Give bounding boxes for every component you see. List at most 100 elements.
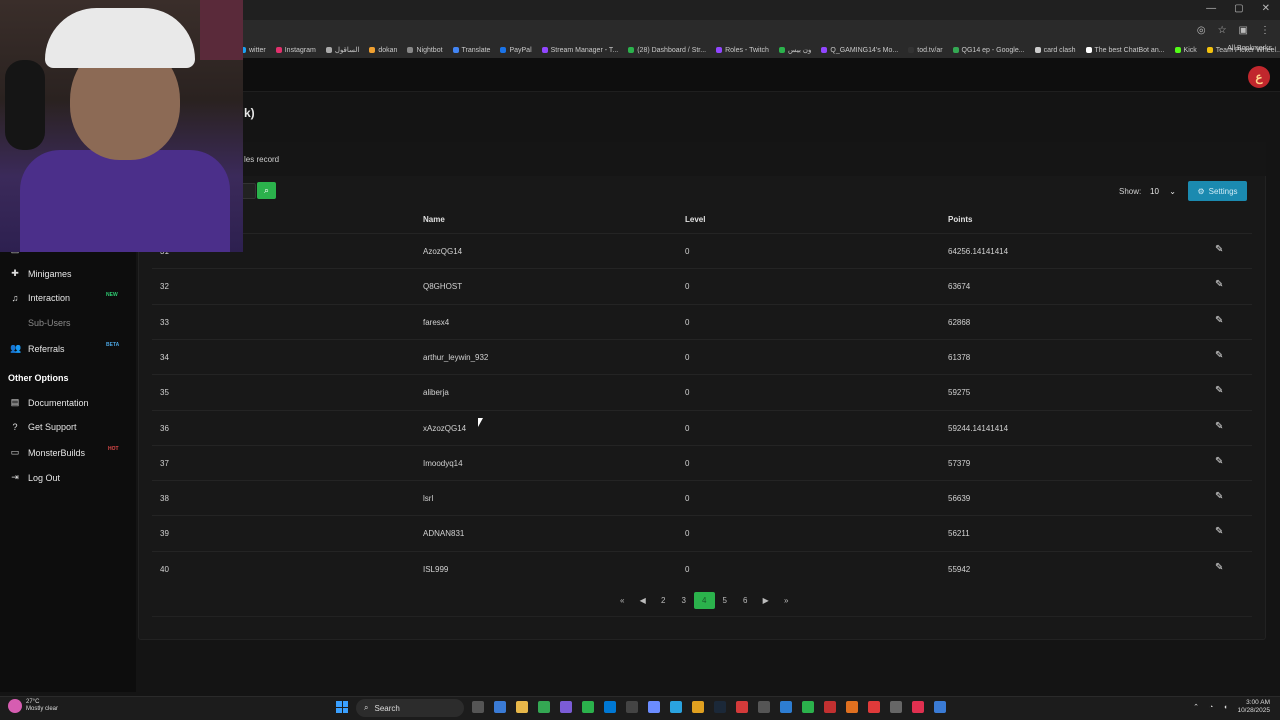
bookmark-item[interactable]: ون بيس: [778, 46, 811, 54]
app-icon[interactable]: [780, 701, 792, 713]
steam-icon[interactable]: [714, 701, 726, 713]
bookmark-item[interactable]: PayPal: [500, 46, 532, 54]
app-icon[interactable]: [846, 701, 858, 713]
wifi-icon[interactable]: ◔: [1209, 704, 1213, 711]
bookmark-item[interactable]: The best ChatBot an...: [1085, 47, 1165, 54]
bookmark-item[interactable]: Q_GAMING14's Mo...: [821, 47, 898, 54]
app-icon[interactable]: [824, 701, 836, 713]
bookmark-label: Translate: [461, 46, 491, 54]
avatar[interactable]: ع: [1248, 66, 1270, 88]
prev-page-icon[interactable]: ◀: [633, 592, 654, 609]
edit-icon[interactable]: ✎: [1215, 279, 1223, 290]
chevron-down-icon: ⌄: [1169, 186, 1176, 196]
bookmark-item[interactable]: Instagram: [275, 47, 316, 54]
all-bookmarks[interactable]: All Bookmarks: [1227, 45, 1272, 52]
column-header-points[interactable]: Points: [948, 215, 972, 224]
edit-icon[interactable]: ✎: [1215, 385, 1223, 396]
page-2[interactable]: 2: [653, 592, 674, 609]
edit-icon[interactable]: ✎: [1215, 315, 1223, 326]
tab-records[interactable]: les record: [244, 155, 279, 164]
task-view-icon[interactable]: [472, 701, 484, 713]
page-6[interactable]: 6: [735, 592, 756, 609]
app-icon[interactable]: [692, 701, 704, 713]
bookmark-item[interactable]: Stream Manager - T...: [541, 47, 618, 54]
bookmark-label: witter: [249, 46, 266, 54]
bookmark-item[interactable]: Translate: [452, 46, 491, 54]
app-icon[interactable]: [494, 701, 506, 713]
bookmark-label: PayPal: [509, 46, 532, 54]
bookmark-item[interactable]: dokan: [369, 47, 397, 54]
show-select[interactable]: 10 ⌄: [1146, 183, 1180, 199]
menu-dots-icon[interactable]: ⋮: [1260, 25, 1270, 36]
app-icon[interactable]: [626, 701, 638, 713]
edit-icon[interactable]: ✎: [1215, 244, 1223, 255]
app-icon[interactable]: [890, 701, 902, 713]
edit-icon[interactable]: ✎: [1215, 350, 1223, 361]
chevron-up-icon[interactable]: ⌃: [1193, 703, 1199, 711]
last-page-icon[interactable]: »: [776, 592, 797, 609]
bookmark-item[interactable]: Roles - Twitch: [716, 47, 769, 54]
bookmark-label: (28) Dashboard / Str...: [637, 46, 707, 54]
telegram-icon[interactable]: [670, 701, 682, 713]
sidebar-item-interaction[interactable]: ♫ Interaction: [10, 293, 70, 303]
edit-icon[interactable]: ✎: [1215, 562, 1223, 573]
maximize-icon[interactable]: ▢: [1234, 3, 1243, 14]
sidebar-item-documentation[interactable]: ▤ Documentation: [10, 397, 89, 408]
app-icon[interactable]: [934, 701, 946, 713]
windows-start-icon[interactable]: [336, 701, 348, 713]
cell-level: 0: [685, 388, 690, 398]
bookmark-favicon-icon: [952, 47, 959, 53]
page-4-active[interactable]: 4: [694, 592, 715, 609]
edit-icon[interactable]: ✎: [1215, 421, 1223, 432]
page-5[interactable]: 5: [715, 592, 736, 609]
app-icon[interactable]: [648, 701, 660, 713]
first-page-icon[interactable]: «: [612, 592, 633, 609]
extensions-icon[interactable]: ▣: [1239, 25, 1248, 36]
bookmark-item[interactable]: QG14 ep - Google...: [952, 47, 1025, 54]
volume-icon[interactable]: ◖: [1223, 704, 1227, 711]
bookmark-item[interactable]: (28) Dashboard / Str...: [628, 47, 706, 54]
eye-off-icon[interactable]: ◎: [1197, 25, 1206, 36]
minimize-icon[interactable]: —: [1206, 3, 1216, 14]
app-icon[interactable]: [868, 701, 880, 713]
app-icon[interactable]: [560, 701, 572, 713]
search-button[interactable]: ⌕: [257, 182, 276, 199]
star-icon[interactable]: ☆: [1218, 25, 1227, 36]
bookmark-item[interactable]: الساقول: [325, 46, 359, 54]
edit-icon[interactable]: ✎: [1215, 526, 1223, 537]
sidebar-item-referrals[interactable]: 👥 Referrals: [10, 343, 65, 354]
cell-level: 0: [685, 247, 690, 256]
xbox-icon[interactable]: [802, 701, 814, 713]
chrome-icon[interactable]: [538, 701, 550, 713]
app-icon[interactable]: [736, 701, 748, 713]
page-3[interactable]: 3: [674, 592, 695, 609]
edit-icon[interactable]: ✎: [1215, 456, 1223, 467]
next-page-icon[interactable]: ▶: [756, 592, 777, 609]
edge-icon[interactable]: [604, 701, 616, 713]
column-header-name[interactable]: Name: [423, 215, 445, 224]
bookmark-item[interactable]: Nightbot: [407, 47, 443, 54]
clock[interactable]: 3:00 AM 10/28/2025: [1237, 699, 1270, 715]
bookmark-item[interactable]: witter: [240, 47, 266, 54]
edit-icon[interactable]: ✎: [1215, 491, 1223, 502]
question-icon: ?: [12, 422, 18, 432]
bookmark-favicon-icon: [1174, 47, 1181, 53]
sidebar-item-monsterbuilds[interactable]: ▭ MonsterBuilds: [10, 447, 85, 458]
file-explorer-icon[interactable]: [516, 701, 528, 713]
app-icon[interactable]: [582, 701, 594, 713]
app-icon[interactable]: [912, 701, 924, 713]
app-icon[interactable]: [758, 701, 770, 713]
settings-label: Settings: [1208, 186, 1238, 196]
bookmark-item[interactable]: card clash: [1034, 47, 1076, 54]
sidebar-item-log-out[interactable]: ⇥ Log Out: [10, 472, 60, 483]
sidebar-item-get-support[interactable]: ? Get Support: [10, 422, 76, 432]
taskbar-search[interactable]: ⌕ Search: [356, 699, 464, 717]
close-icon[interactable]: ✕: [1262, 3, 1270, 14]
weather-widget[interactable]: 27°C Mostly clear: [8, 699, 58, 713]
sidebar-item-minigames[interactable]: ✚ Minigames: [10, 268, 71, 279]
settings-button[interactable]: ⚙ Settings: [1188, 181, 1247, 201]
bookmark-item[interactable]: tod.tv/ar: [908, 47, 943, 54]
table-row: 32 Q8GHOST 0 63674 ✎: [152, 268, 1252, 303]
column-header-level[interactable]: Level: [685, 215, 705, 224]
bookmark-item[interactable]: Kick: [1174, 47, 1197, 54]
